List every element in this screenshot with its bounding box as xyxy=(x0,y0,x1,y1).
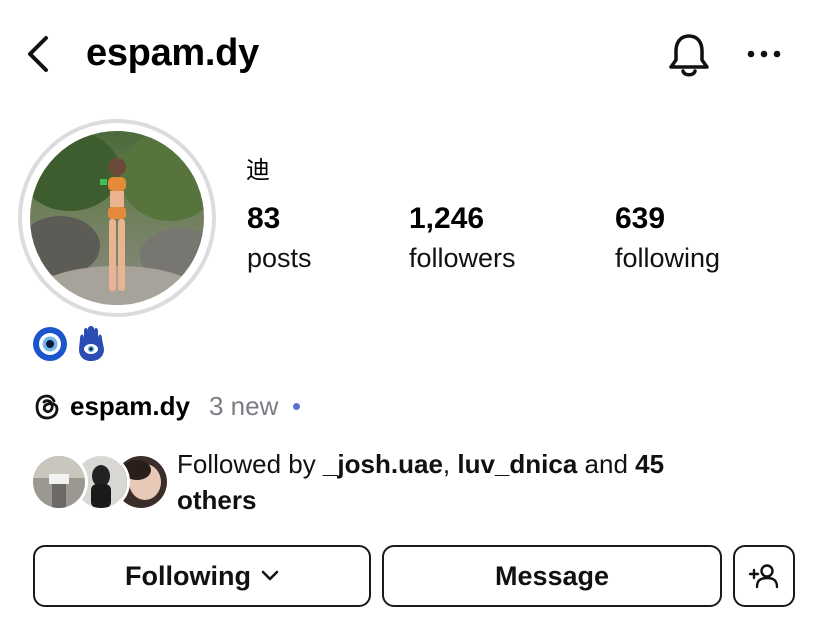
bell-icon[interactable] xyxy=(666,30,712,80)
stat-followers-count: 1,246 xyxy=(409,202,485,235)
nazar-amulet-icon xyxy=(32,326,68,362)
stat-posts[interactable]: 83 posts xyxy=(247,202,312,274)
stat-posts-label: posts xyxy=(247,243,312,273)
followed-by-text: Followed by _josh.uae, luv_dnica and 45 o… xyxy=(177,446,777,518)
followed-by-and: and xyxy=(577,449,636,479)
following-label: Following xyxy=(125,560,251,591)
stat-following[interactable]: 639 following xyxy=(615,202,720,274)
stat-followers[interactable]: 1,246 followers xyxy=(409,202,516,274)
page-title: espam.dy xyxy=(86,32,259,74)
stat-following-count: 639 xyxy=(615,202,666,235)
profile-avatar[interactable] xyxy=(30,131,204,305)
mutual-user-1[interactable]: _josh.uae xyxy=(323,449,443,479)
hamsa-icon xyxy=(74,325,110,363)
followed-by-separator: , xyxy=(442,449,458,479)
threads-icon[interactable] xyxy=(32,392,62,422)
others-label[interactable]: others xyxy=(177,485,256,515)
threads-new-dot xyxy=(293,403,300,410)
others-count[interactable]: 45 xyxy=(635,449,664,479)
stat-followers-label: followers xyxy=(409,243,516,273)
threads-username[interactable]: espam.dy xyxy=(70,388,190,424)
stat-following-label: following xyxy=(615,243,721,273)
message-button[interactable]: Message xyxy=(382,545,722,607)
more-horizontal-icon[interactable] xyxy=(744,42,784,66)
threads-new-count[interactable]: 3 new xyxy=(209,388,278,424)
mutual-user-2[interactable]: luv_dnica xyxy=(457,449,577,479)
display-name: 迪 xyxy=(246,156,270,184)
followed-by-prefix: Followed by xyxy=(177,449,323,479)
message-label: Message xyxy=(494,560,610,591)
following-button[interactable]: Following xyxy=(33,545,371,607)
back-arrow-icon[interactable] xyxy=(22,34,58,74)
stat-posts-count: 83 xyxy=(247,202,281,235)
mutual-avatar-1[interactable] xyxy=(30,453,88,511)
chevron-down-icon xyxy=(261,570,279,581)
add-person-icon xyxy=(748,564,779,589)
add-person-button[interactable] xyxy=(733,545,795,607)
